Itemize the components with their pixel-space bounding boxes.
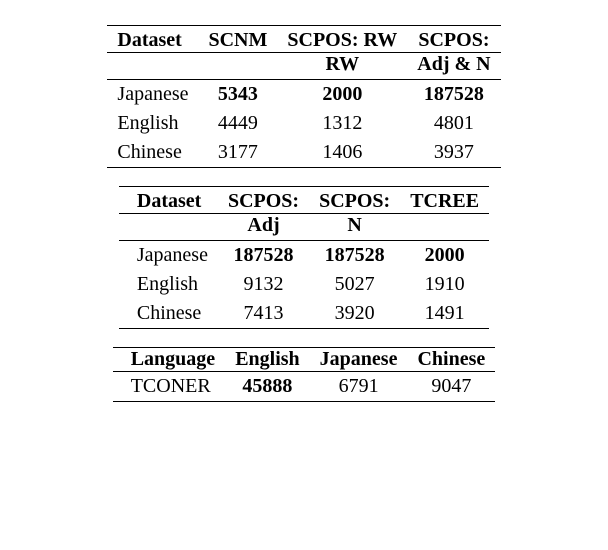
t1-r0-label: Japanese [107, 80, 198, 110]
t1-r2-label: Chinese [107, 138, 198, 168]
table-3: Language English Japanese Chinese TCONER… [113, 347, 496, 402]
t2-r0-label: Japanese [119, 241, 218, 271]
t1-sh-3: Adj & N [407, 53, 500, 80]
table-row: Chinese 3177 1406 3937 [107, 138, 500, 168]
t2-r2-c3: 1491 [400, 299, 489, 329]
t3-r0-c3: 9047 [407, 372, 495, 402]
t1-h-dataset: Dataset [107, 26, 198, 53]
table-2: Dataset SCPOS: SCPOS: TCREE Adj N Japane… [119, 186, 489, 329]
t1-r1-label: English [107, 109, 198, 138]
table-2-header-row-1: Dataset SCPOS: SCPOS: TCREE [119, 187, 489, 214]
table-1-header-row-1: Dataset SCNM SCPOS: RW SCPOS: [107, 26, 500, 53]
table-1-header-row-2: RW Adj & N [107, 53, 500, 80]
t1-h-scnm: SCNM [198, 26, 277, 53]
t2-sh-1: Adj [218, 214, 309, 241]
t2-r2-c1: 7413 [218, 299, 309, 329]
table-1: Dataset SCNM SCPOS: RW SCPOS: RW Adj & N… [107, 25, 500, 168]
table-row: Chinese 7413 3920 1491 [119, 299, 489, 329]
t1-r2-c2: 1406 [277, 138, 407, 168]
t1-r1-c1: 4449 [198, 109, 277, 138]
t1-r2-c3: 3937 [407, 138, 500, 168]
t3-h-language: Language [113, 348, 225, 372]
table-row: Japanese 187528 187528 2000 [119, 241, 489, 271]
t2-sh-0 [119, 214, 218, 241]
t1-r1-c2: 1312 [277, 109, 407, 138]
table-3-header-row: Language English Japanese Chinese [113, 348, 496, 372]
t1-h-scpos-adjn: SCPOS: [407, 26, 500, 53]
t1-sh-0 [107, 53, 198, 80]
t1-r2-c1: 3177 [198, 138, 277, 168]
t3-h-japanese: Japanese [310, 348, 408, 372]
t2-r0-c1: 187528 [218, 241, 309, 271]
t2-r0-c3: 2000 [400, 241, 489, 271]
t1-r0-c1: 5343 [198, 80, 277, 110]
t1-r0-c3: 187528 [407, 80, 500, 110]
t1-sh-2: RW [277, 53, 407, 80]
table-row: Japanese 5343 2000 187528 [107, 80, 500, 110]
table-row: English 4449 1312 4801 [107, 109, 500, 138]
t3-r0-label: TCONER [113, 372, 225, 402]
t2-r1-c3: 1910 [400, 270, 489, 299]
t2-r1-label: English [119, 270, 218, 299]
t2-h-dataset: Dataset [119, 187, 218, 214]
t2-r1-c2: 5027 [309, 270, 400, 299]
t2-sh-3 [400, 214, 489, 241]
t3-h-english: English [225, 348, 309, 372]
t2-h-tcree: TCREE [400, 187, 489, 214]
t3-r0-c2: 6791 [310, 372, 408, 402]
table-2-header-row-2: Adj N [119, 214, 489, 241]
t2-r0-c2: 187528 [309, 241, 400, 271]
t2-h-scpos-n: SCPOS: [309, 187, 400, 214]
t1-r0-c2: 2000 [277, 80, 407, 110]
t2-r2-label: Chinese [119, 299, 218, 329]
t2-h-scpos-adj: SCPOS: [218, 187, 309, 214]
t2-sh-2: N [309, 214, 400, 241]
t1-h-scpos-rw: SCPOS: RW [277, 26, 407, 53]
t2-r2-c2: 3920 [309, 299, 400, 329]
t3-h-chinese: Chinese [407, 348, 495, 372]
table-row: TCONER 45888 6791 9047 [113, 372, 496, 402]
t1-sh-1 [198, 53, 277, 80]
table-row: English 9132 5027 1910 [119, 270, 489, 299]
t2-r1-c1: 9132 [218, 270, 309, 299]
t3-r0-c1: 45888 [225, 372, 309, 402]
t1-r1-c3: 4801 [407, 109, 500, 138]
